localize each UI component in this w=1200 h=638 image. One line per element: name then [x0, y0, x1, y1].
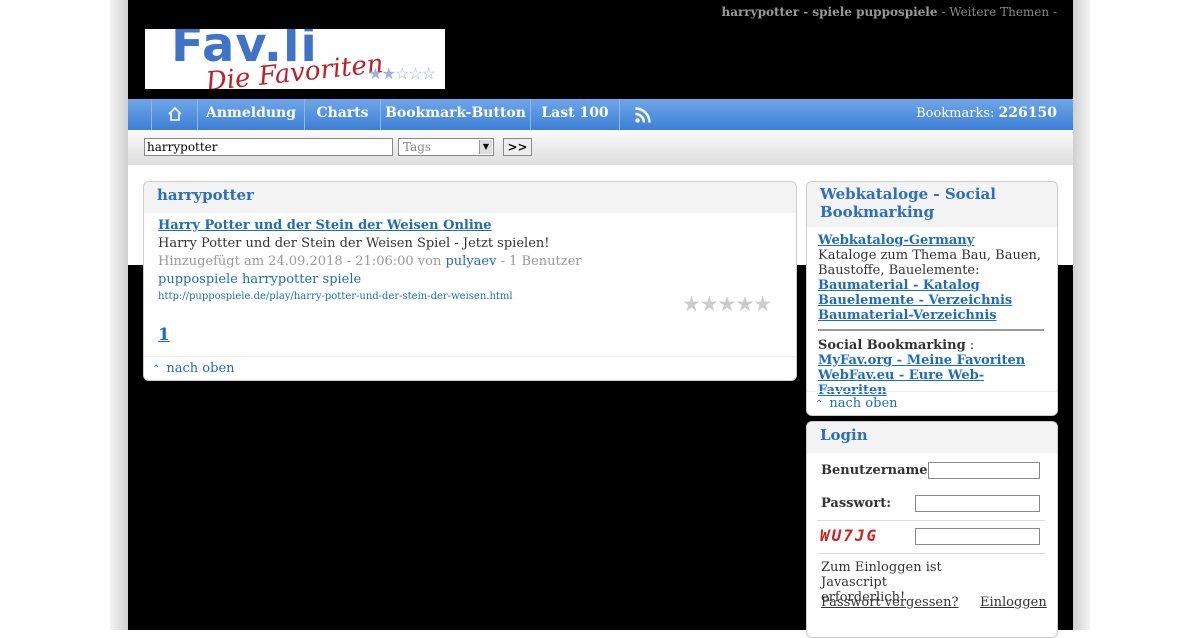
entry-tags[interactable]: puppospiele harrypotter spiele — [158, 272, 582, 287]
link-baumaterial-verzeichnis[interactable]: Baumaterial-Verzeichnis — [818, 308, 1048, 323]
forgot-password-link[interactable]: Passwort vergessen? — [821, 595, 958, 610]
home-button[interactable] — [151, 99, 197, 130]
login-submit-link[interactable]: Einloggen — [980, 595, 1047, 610]
right-shadow — [1073, 0, 1090, 630]
username-field[interactable] — [928, 462, 1040, 479]
divider — [817, 520, 1045, 521]
nav-item-bookmark-button[interactable]: Bookmark-Button — [380, 99, 530, 130]
search-bar: Tags ▼ >> — [128, 130, 1073, 165]
bookmarks-label: Bookmarks: — [916, 106, 995, 121]
link-baumaterial-katalog[interactable]: Baumaterial - Katalog — [818, 278, 1048, 293]
divider — [807, 391, 1057, 392]
to-top-label: nach oben — [166, 361, 235, 376]
results-box: harrypotter Harry Potter und der Stein d… — [143, 181, 797, 381]
divider — [144, 356, 796, 357]
topic-line: harrypotter - spiele puppospiele - Weite… — [721, 5, 1057, 19]
entry-url[interactable]: http://puppospiele.de/play/harry-potter-… — [158, 291, 582, 302]
search-submit-button[interactable]: >> — [503, 138, 532, 156]
rss-button[interactable] — [619, 99, 665, 130]
password-field[interactable] — [915, 495, 1040, 512]
social-bookmarking-label: Social Bookmarking — [818, 338, 966, 353]
bookmarks-count: 226150 — [998, 105, 1057, 121]
password-label: Passwort: — [821, 496, 892, 511]
entry-users-count[interactable]: - 1 Benutzer — [501, 254, 582, 269]
link-bauelemente-verzeichnis[interactable]: Bauelemente - Verzeichnis — [818, 293, 1048, 308]
sidebar-to-top-link[interactable]: ⌃ nach oben — [815, 396, 898, 411]
search-type-select[interactable]: Tags ▼ — [398, 138, 494, 156]
rating-stars-icon[interactable]: ★★★★★ — [682, 292, 772, 316]
bookmarks-counter: Bookmarks: 226150 — [916, 99, 1057, 128]
double-chevron-up-icon: ⌃ — [152, 364, 161, 375]
results-title: harrypotter — [144, 182, 796, 213]
webkataloge-description: Kataloge zum Thema Bau, Bauen, Baustoffe… — [818, 248, 1042, 278]
site-logo[interactable]: Fav.li Die Favoriten Liste ★★☆☆☆ — [145, 29, 445, 89]
pagination-page-1[interactable]: 1 — [158, 325, 170, 345]
home-icon — [167, 106, 182, 121]
webkataloge-title: Webkataloge - Social Bookmarking — [807, 182, 1057, 227]
username-label: Benutzername: — [821, 463, 933, 478]
double-chevron-up-icon: ⌃ — [815, 399, 824, 410]
webkataloge-content: Webkatalog-Germany Kataloge zum Thema Ba… — [818, 233, 1048, 398]
login-title: Login — [807, 422, 1057, 453]
webkataloge-box: Webkataloge - Social Bookmarking Webkata… — [806, 181, 1058, 416]
rss-icon — [634, 107, 651, 123]
nav-item-last-100[interactable]: Last 100 — [530, 99, 619, 130]
link-webfav[interactable]: WebFav.eu - Eure Web-Favoriten — [818, 368, 1048, 398]
logo-stars-icon: ★★☆☆☆ — [368, 64, 436, 83]
more-topics-link[interactable]: - Weitere Themen - — [941, 5, 1057, 19]
entry-meta: Hinzugefügt am 24.09.2018 - 21:06:00 von… — [158, 254, 582, 269]
social-bookmarking-colon: : — [969, 338, 975, 353]
main-nav: Anmeldung Charts Bookmark-Button Last 10… — [128, 99, 1073, 130]
captcha-field[interactable] — [915, 528, 1040, 545]
captcha-image: WU7JG — [820, 526, 879, 545]
entry-title-link[interactable]: Harry Potter und der Stein der Weisen On… — [158, 218, 582, 233]
topic-title[interactable]: harrypotter - spiele puppospiele — [721, 5, 937, 19]
sidebar-divider — [818, 329, 1044, 331]
left-shadow — [110, 0, 128, 630]
entry-user-link[interactable]: pulyaev — [445, 254, 496, 269]
search-input[interactable] — [144, 138, 393, 156]
divider — [817, 553, 1045, 554]
entry-added-date: Hinzugefügt am 24.09.2018 - 21:06:00 — [158, 254, 414, 269]
entry-description: Harry Potter und der Stein der Weisen Sp… — [158, 236, 550, 251]
header: harrypotter - spiele puppospiele - Weite… — [128, 0, 1073, 99]
nav-item-charts[interactable]: Charts — [304, 99, 380, 130]
link-webkatalog-germany[interactable]: Webkatalog-Germany — [818, 233, 1048, 248]
chevron-down-icon: ▼ — [479, 140, 492, 154]
bookmark-entry: Harry Potter und der Stein der Weisen On… — [158, 218, 582, 302]
link-myfav[interactable]: MyFav.org - Meine Favoriten — [818, 353, 1048, 368]
search-type-value: Tags — [403, 140, 432, 154]
entry-von: von — [417, 254, 442, 269]
to-top-link[interactable]: ⌃ nach oben — [152, 361, 235, 376]
login-box: Login Benutzername: Passwort: WU7JG Zum … — [806, 421, 1058, 638]
sidebar-to-top-label: nach oben — [829, 396, 898, 411]
nav-item-anmeldung[interactable]: Anmeldung — [197, 99, 304, 130]
social-bookmarking-heading: Social Bookmarking : — [818, 338, 1048, 353]
